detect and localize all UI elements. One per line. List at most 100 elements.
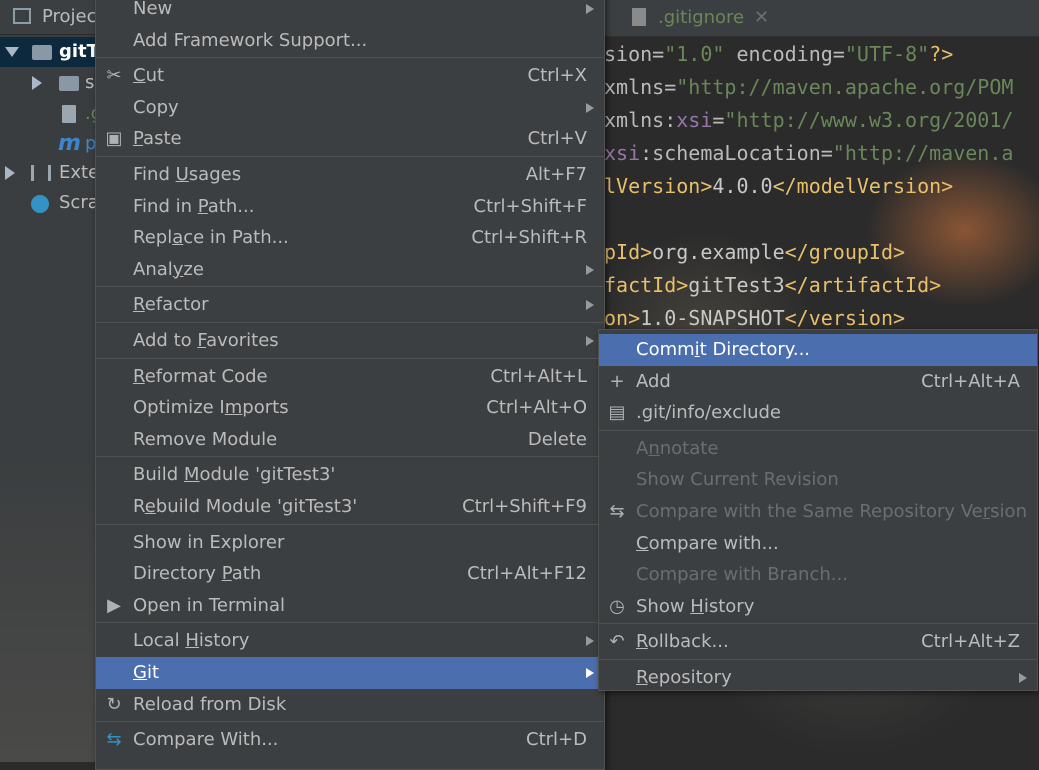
menu-item-add-to-favorites[interactable]: Add to Favorites [96,325,604,357]
code-token: gitTest3 [688,273,785,297]
submenu-arrow-icon [586,668,594,678]
code-line[interactable]: xmlns:xsi="http://www.w3.org/2001/ [604,104,1013,137]
menu-item-git[interactable]: Git [96,657,604,689]
menu-item-find-usages[interactable]: Find Usages Alt+F7 [96,159,604,191]
menu-item-local-history[interactable]: Local History [96,625,604,657]
menu-item-label: Find in Path... [133,195,255,217]
menu-item-remove-module[interactable]: Remove Module Delete [96,424,604,456]
menu-item-label: Local History [133,630,250,652]
menu-separator [599,623,1037,625]
menu-item-shortcut: Ctrl+Shift+F [473,195,587,217]
menu-item-open-in-terminal[interactable]: ▶ Open in Terminal [96,590,604,622]
code-line[interactable]: lVersion>4.0.0</modelVersion> [604,170,953,203]
menu-item-cut[interactable]: ✂ Cut Ctrl+X [96,60,604,92]
menu-item-analyze[interactable]: Analyze [96,254,604,286]
submenu-arrow-icon [586,264,594,275]
menu-item-shortcut: Ctrl+Alt+Z [921,631,1020,653]
menu-item-reload-from-disk[interactable]: ↻ Reload from Disk [96,689,604,721]
menu-separator [96,156,604,157]
menu-item-label: Add Framework Support... [133,29,368,51]
menu-item-commit-directory[interactable]: Commit Directory... [599,334,1037,366]
code-token: xsi [676,108,713,132]
folder-icon [59,76,79,91]
menu-separator [96,456,604,458]
menu-item-label: Build Module 'gitTest3' [133,464,336,486]
code-token: org.example [652,240,785,264]
scissors-icon: ✂ [106,65,122,87]
submenu-arrow-icon [586,336,594,346]
menu-separator [96,357,604,359]
menu-item-reformat-code[interactable]: Reformat Code Ctrl+Alt+L [96,361,604,393]
libraries-icon [31,165,51,181]
tree-item-label: Scra [59,192,99,213]
code-token: </modelVersion> [772,174,954,198]
menu-item-find-in-path[interactable]: Find in Path... Ctrl+Shift+F [96,191,604,223]
code-token: xmlns: [604,108,677,132]
code-token: ?> [929,42,954,66]
menu-item-new[interactable]: New [96,0,604,25]
menu-item-show-history[interactable]: ◷ Show History [599,591,1037,623]
menu-item-paste[interactable]: ▣ Paste Ctrl+V [96,123,604,155]
code-line[interactable]: pId>org.example</groupId> [604,236,905,269]
menu-item-label: New [133,0,173,19]
code-token: sion= [604,42,665,66]
code-line[interactable]: sion="1.0" encoding="UTF-8"?> [604,38,953,71]
chevron-right-icon[interactable] [5,166,15,180]
menu-item-git-info-exclude[interactable]: ▤ .git/info/exclude [599,397,1037,429]
chevron-down-icon[interactable] [5,47,19,57]
menu-item-label: .git/info/exclude [636,402,781,424]
menu-item-directory-path[interactable]: Directory Path Ctrl+Alt+F12 [96,558,604,590]
menu-item-label: Compare With... [133,729,279,751]
menu-item-show-in-explorer[interactable]: Show in Explorer [96,527,604,559]
menu-item-label: Replace in Path... [133,227,289,249]
menu-item-shortcut: Ctrl+Alt+F12 [467,563,587,585]
tab-close-icon[interactable]: ✕ [754,0,769,36]
code-token: "http://www.w3.org/2001/ [724,108,1014,132]
code-token: </version> [784,306,906,330]
menu-item-rebuild-module-gittest3[interactable]: Rebuild Module 'gitTest3' Ctrl+Shift+F9 [96,491,604,523]
code-line[interactable]: xsi:schemaLocation="http://maven.a [604,137,1013,170]
menu-item-refactor[interactable]: Refactor [96,289,604,321]
menu-item-shortcut: Alt+F7 [525,164,587,185]
menu-item-label: Git [133,662,160,683]
reload-icon: ↻ [106,693,122,715]
code-line[interactable]: factId>gitTest3</artifactId> [604,269,941,302]
clipboard-icon: ▣ [105,128,123,150]
submenu-arrow-icon [586,102,594,113]
menu-item-show-current-revision: Show Current Revision [599,464,1037,496]
code-line[interactable]: xmlns="http://maven.apache.org/POM [604,71,1013,104]
menu-item-repository[interactable]: Repository [599,662,1037,694]
menu-item-label: Add [636,370,671,392]
submenu-arrow-icon [1019,673,1027,683]
editor-tab-bar: .gitignore ✕ [604,0,1039,37]
chevron-right-icon[interactable] [32,76,42,90]
menu-item-shortcut: Ctrl+Alt+A [921,370,1020,392]
menu-item-add-framework-support[interactable]: Add Framework Support... [96,25,604,57]
menu-item-add[interactable]: + Add Ctrl+Alt+A [599,366,1037,398]
rollback-icon: ↶ [609,631,625,653]
code-token: pId> [604,240,653,264]
scratches-icon [31,195,49,213]
menu-item-label: Repository [636,667,732,688]
context-menu: New Add Framework Support... ✂ Cut Ctrl+X Cop… [95,0,605,770]
menu-item-shortcut: Ctrl+V [527,128,587,150]
menu-item-build-module-gittest3[interactable]: Build Module 'gitTest3' [96,459,604,491]
menu-item-label: Directory Path [133,563,262,585]
tree-item-label: s [85,72,95,93]
menu-item-copy[interactable]: Copy [96,92,604,124]
menu-item-label: Annotate [636,437,719,459]
menu-item-rollback[interactable]: ↶ Rollback... Ctrl+Alt+Z [599,626,1037,658]
menu-item-shortcut: Ctrl+D [526,729,587,751]
menu-item-compare-with[interactable]: ⇆ Compare With... Ctrl+D [96,724,604,756]
menu-item-annotate: Annotate [599,433,1037,465]
code-token: "http://maven.a [832,141,1014,165]
submenu-arrow-icon [586,636,594,647]
code-token: xmlns= [604,75,677,99]
code-view[interactable]: sion="1.0" encoding="UTF-8"?> xmlns="http… [604,38,1039,368]
menu-item-compare-with[interactable]: Compare with... [599,528,1037,560]
code-token: on> [604,306,641,330]
code-token: </artifactId> [784,273,942,297]
menu-item-optimize-imports[interactable]: Optimize Imports Ctrl+Alt+O [96,392,604,424]
menu-separator [599,659,1037,660]
menu-item-replace-in-path[interactable]: Replace in Path... Ctrl+Shift+R [96,222,604,254]
